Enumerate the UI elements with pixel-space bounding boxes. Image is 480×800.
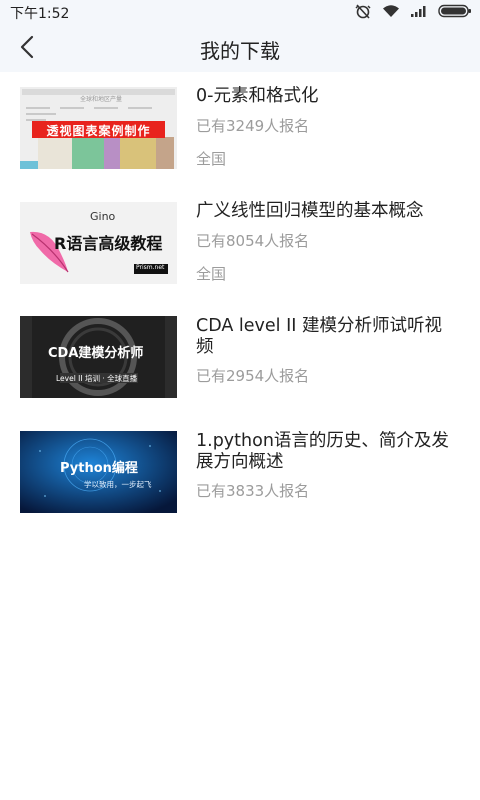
wifi-icon xyxy=(382,4,400,22)
thumbnail-badge: Prism.net xyxy=(136,264,165,271)
course-enrolled-count: 已有2954人报名 xyxy=(196,367,310,385)
back-button[interactable] xyxy=(12,34,42,64)
top-app-bar: 我的下载 xyxy=(0,26,480,72)
course-enrolled-count: 已有8054人报名 xyxy=(196,232,310,250)
thumbnail-heading: Python编程 xyxy=(60,461,138,476)
signal-icon xyxy=(410,4,428,22)
course-thumbnail: CDA建模分析师 Level II 培训 · 全球直播 xyxy=(20,316,177,398)
thumbnail-subtext: Level II 培训 · 全球直播 xyxy=(56,374,138,383)
course-title: CDA level II 建模分析师试听视频 xyxy=(196,316,442,357)
course-item[interactable]: 全球和地区产量 透视图表案例制作 0-元素和格式化 已有3249人报名 全国 xyxy=(0,72,480,187)
chevron-left-icon xyxy=(18,35,36,63)
thumbnail-heading: CDA建模分析师 xyxy=(48,346,144,361)
status-bar: 下午1:52 xyxy=(0,0,480,26)
thumbnail-heading: R语言高级教程 xyxy=(54,234,163,253)
page-title: 我的下载 xyxy=(200,38,280,63)
course-title: 广义线性回归模型的基本概念 xyxy=(196,201,424,221)
course-region: 全国 xyxy=(196,150,227,168)
alarm-muted-icon xyxy=(354,3,372,23)
course-enrolled-count: 已有3249人报名 xyxy=(196,117,310,135)
course-item[interactable]: CDA建模分析师 Level II 培训 · 全球直播 CDA level II… xyxy=(0,302,480,417)
thumbnail-top-text: 全球和地区产量 xyxy=(80,96,123,103)
course-title: 1.python语言的历史、简介及发展方向概述 xyxy=(196,431,449,472)
course-item[interactable]: Gino R语言高级教程 Prism.net 广义线性回归模型的基本概念 已有8… xyxy=(0,187,480,302)
course-thumbnail: Gino R语言高级教程 Prism.net xyxy=(20,202,177,284)
download-list: 全球和地区产量 透视图表案例制作 0-元素和格式化 已有3249人报名 全国 G… xyxy=(0,72,480,532)
thumbnail-banner-text: 透视图表案例制作 xyxy=(46,124,151,138)
course-enrolled-count: 已有3833人报名 xyxy=(196,482,310,500)
course-title: 0-元素和格式化 xyxy=(196,86,319,106)
battery-icon xyxy=(438,4,472,22)
status-icons xyxy=(354,3,472,23)
status-time: 下午1:52 xyxy=(10,6,70,22)
course-thumbnail: 全球和地区产量 透视图表案例制作 xyxy=(20,87,177,169)
course-item[interactable]: Python编程 学以致用，一步起飞 1.python语言的历史、简介及发展方向… xyxy=(0,417,480,532)
course-region: 全国 xyxy=(196,265,227,283)
course-thumbnail: Python编程 学以致用，一步起飞 xyxy=(20,431,177,513)
thumbnail-subtext: 学以致用，一步起飞 xyxy=(84,480,152,489)
